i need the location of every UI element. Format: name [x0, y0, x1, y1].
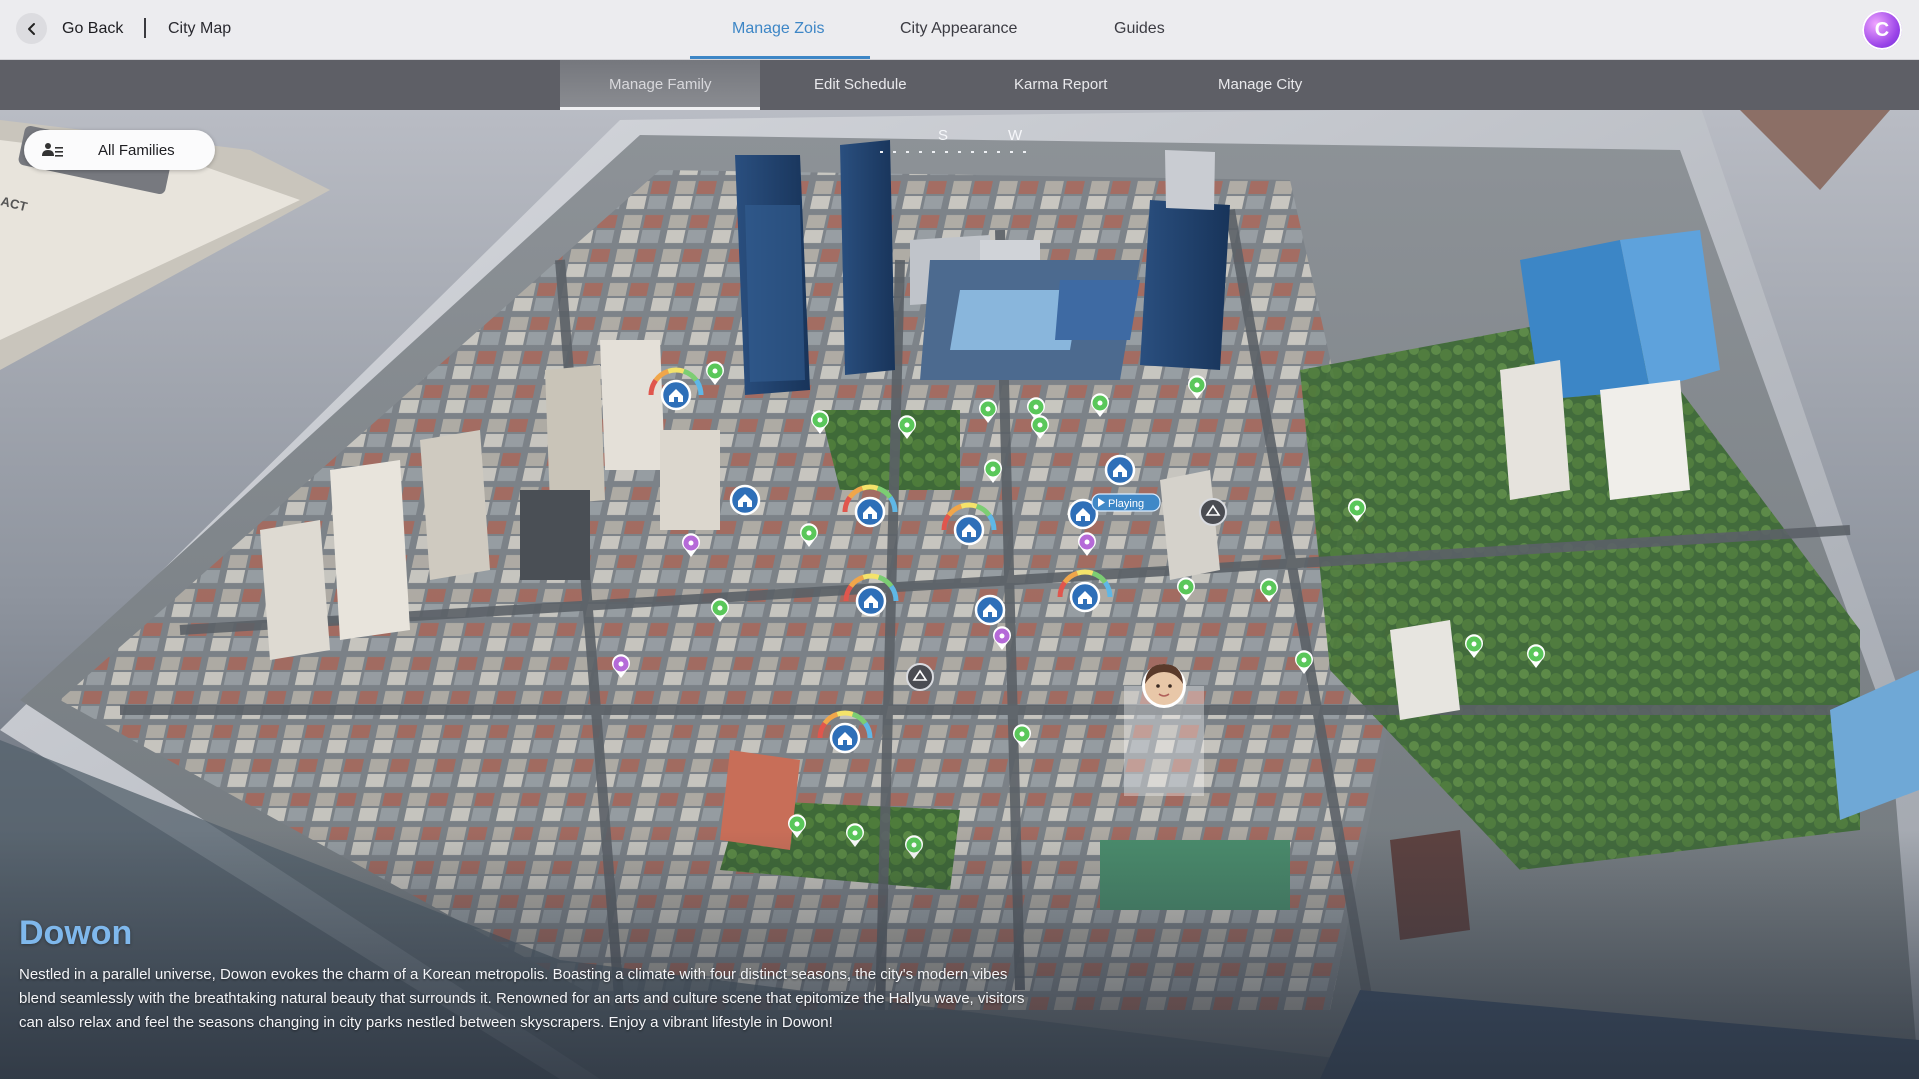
compass-west: W [1008, 127, 1023, 144]
event-marker-icon[interactable] [1199, 498, 1227, 526]
tab-city-appearance[interactable]: City Appearance [900, 20, 1017, 38]
compass-south: S [938, 127, 948, 144]
subtab-manage-city[interactable]: Manage City [1218, 76, 1302, 93]
subtab-edit-schedule[interactable]: Edit Schedule [814, 76, 907, 93]
sub-navigation-bar: Manage Family Edit Schedule Karma Report… [0, 60, 1919, 110]
family-icon [42, 143, 63, 157]
chevron-left-icon [27, 22, 35, 35]
go-back-link[interactable]: Go Back [62, 20, 123, 38]
currency-c-icon[interactable]: C [1862, 10, 1902, 50]
city-description: Nestled in a parallel universe, Dowon ev… [19, 966, 1025, 1031]
top-navigation-bar: Go Back City Map Manage Zois City Appear… [0, 0, 1919, 60]
tab-guides[interactable]: Guides [1114, 20, 1165, 38]
subtab-karma-report[interactable]: Karma Report [1014, 76, 1107, 93]
house-marker-icon[interactable] [729, 484, 761, 516]
subtab-manage-family[interactable]: Manage Family [609, 76, 712, 93]
all-families-label: All Families [98, 142, 175, 159]
all-families-filter-button[interactable]: All Families [24, 130, 215, 170]
playing-label: Playing [1108, 498, 1144, 510]
active-tab-indicator [690, 56, 870, 59]
house-marker-icon[interactable] [974, 594, 1006, 626]
city-map-3d[interactable]: ACT S W Playing [0, 110, 1919, 1079]
active-subtab-indicator [560, 107, 760, 110]
back-button[interactable] [16, 13, 47, 44]
breadcrumb-city-map: City Map [168, 20, 232, 37]
playing-status-badge[interactable]: Playing [1091, 493, 1161, 512]
house-marker-icon[interactable] [1104, 454, 1136, 486]
city-name-title: Dowon [19, 914, 133, 952]
event-marker-icon[interactable] [906, 663, 934, 691]
breadcrumb-divider [144, 18, 146, 38]
tab-manage-zois[interactable]: Manage Zois [732, 20, 825, 38]
